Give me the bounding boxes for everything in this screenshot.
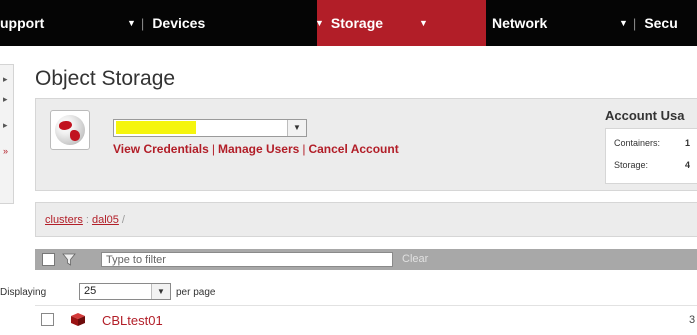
nav-separator: |	[632, 15, 637, 31]
expand-icon[interactable]: »	[3, 147, 11, 156]
globe-icon	[50, 110, 90, 150]
breadcrumb: clusters: dal05/	[45, 214, 128, 226]
divider	[35, 305, 697, 306]
nav-item-label: upport	[0, 15, 45, 31]
list-item[interactable]: CBLtest01 3	[35, 309, 697, 331]
chevron-down-icon: ▼	[315, 18, 324, 28]
arrow-icon[interactable]: ▸	[3, 75, 11, 84]
page-title: Object Storage	[35, 67, 176, 90]
usage-value: 1	[685, 138, 691, 148]
per-page-select[interactable]: 25 ▼	[79, 283, 171, 300]
breadcrumb-separator: :	[85, 214, 89, 226]
funnel-icon[interactable]	[62, 253, 76, 266]
nav-item-label: Storage	[330, 15, 384, 31]
arrow-icon[interactable]: ▸	[3, 95, 11, 104]
filter-bar: Clear	[35, 249, 697, 270]
usage-label: Containers:	[614, 138, 661, 148]
select-all-checkbox[interactable]	[42, 253, 55, 266]
breadcrumb-separator: /	[121, 214, 125, 226]
pagination-row: Displaying 25 ▼ per page	[0, 283, 697, 303]
chevron-down-icon[interactable]: ▼	[287, 120, 306, 136]
chevron-down-icon: ▼	[127, 18, 136, 28]
account-usage-box: Containers: 1 Storage: 4	[605, 128, 697, 184]
usage-row-containers: Containers: 1	[614, 138, 690, 148]
link-separator: |	[302, 142, 306, 156]
manage-users-link[interactable]: Manage Users	[218, 142, 299, 156]
usage-label: Storage:	[614, 160, 649, 170]
breadcrumb-clusters[interactable]: clusters	[45, 214, 83, 226]
chevron-down-icon: ▼	[619, 18, 628, 28]
container-icon	[71, 313, 85, 326]
cancel-account-link[interactable]: Cancel Account	[308, 142, 398, 156]
nav-item-support[interactable]: upport	[0, 0, 108, 46]
chevron-down-icon[interactable]: ▼	[151, 284, 170, 299]
nav-item-label: Secu	[644, 15, 678, 31]
clear-filter-button[interactable]: Clear	[402, 253, 428, 265]
view-credentials-link[interactable]: View Credentials	[113, 142, 209, 156]
usage-row-storage: Storage: 4	[614, 160, 690, 170]
account-panel: ▼ View Credentials | Manage Users | Cancel A…	[35, 98, 697, 191]
per-page-value: 25	[84, 285, 97, 297]
nav-item-security[interactable]: ▼ | Secu	[619, 0, 697, 46]
nav-item-devices[interactable]: ▼ | Devices	[127, 0, 317, 46]
nav-item-label: Devices	[152, 15, 206, 31]
usage-value: 4	[685, 160, 691, 170]
left-sidebar-stub[interactable]: ▸ ▸ ▸ »	[0, 64, 14, 204]
account-links: View Credentials | Manage Users | Cancel Acc…	[113, 142, 399, 156]
container-object-count: 3	[689, 314, 696, 326]
arrow-icon[interactable]: ▸	[3, 121, 11, 130]
row-checkbox[interactable]	[41, 313, 54, 326]
nav-item-storage[interactable]: ▼ Storage ▼	[315, 0, 486, 46]
top-nav: upport ▼ | Devices ▼ Storage ▼ Network ▼…	[0, 0, 697, 46]
per-page-label: per page	[176, 287, 216, 298]
account-usage-title: Account Usa	[605, 108, 685, 123]
redaction-highlight	[116, 121, 196, 134]
nav-item-label: Network	[492, 15, 548, 31]
link-separator: |	[211, 142, 215, 156]
breadcrumb-bar: clusters: dal05/	[35, 202, 697, 237]
breadcrumb-dal05[interactable]: dal05	[92, 214, 119, 226]
nav-separator: |	[140, 15, 145, 31]
chevron-down-icon: ▼	[419, 18, 428, 28]
filter-input[interactable]	[101, 252, 393, 267]
container-name-link[interactable]: CBLtest01	[102, 313, 163, 328]
displaying-label: Displaying	[0, 287, 47, 298]
